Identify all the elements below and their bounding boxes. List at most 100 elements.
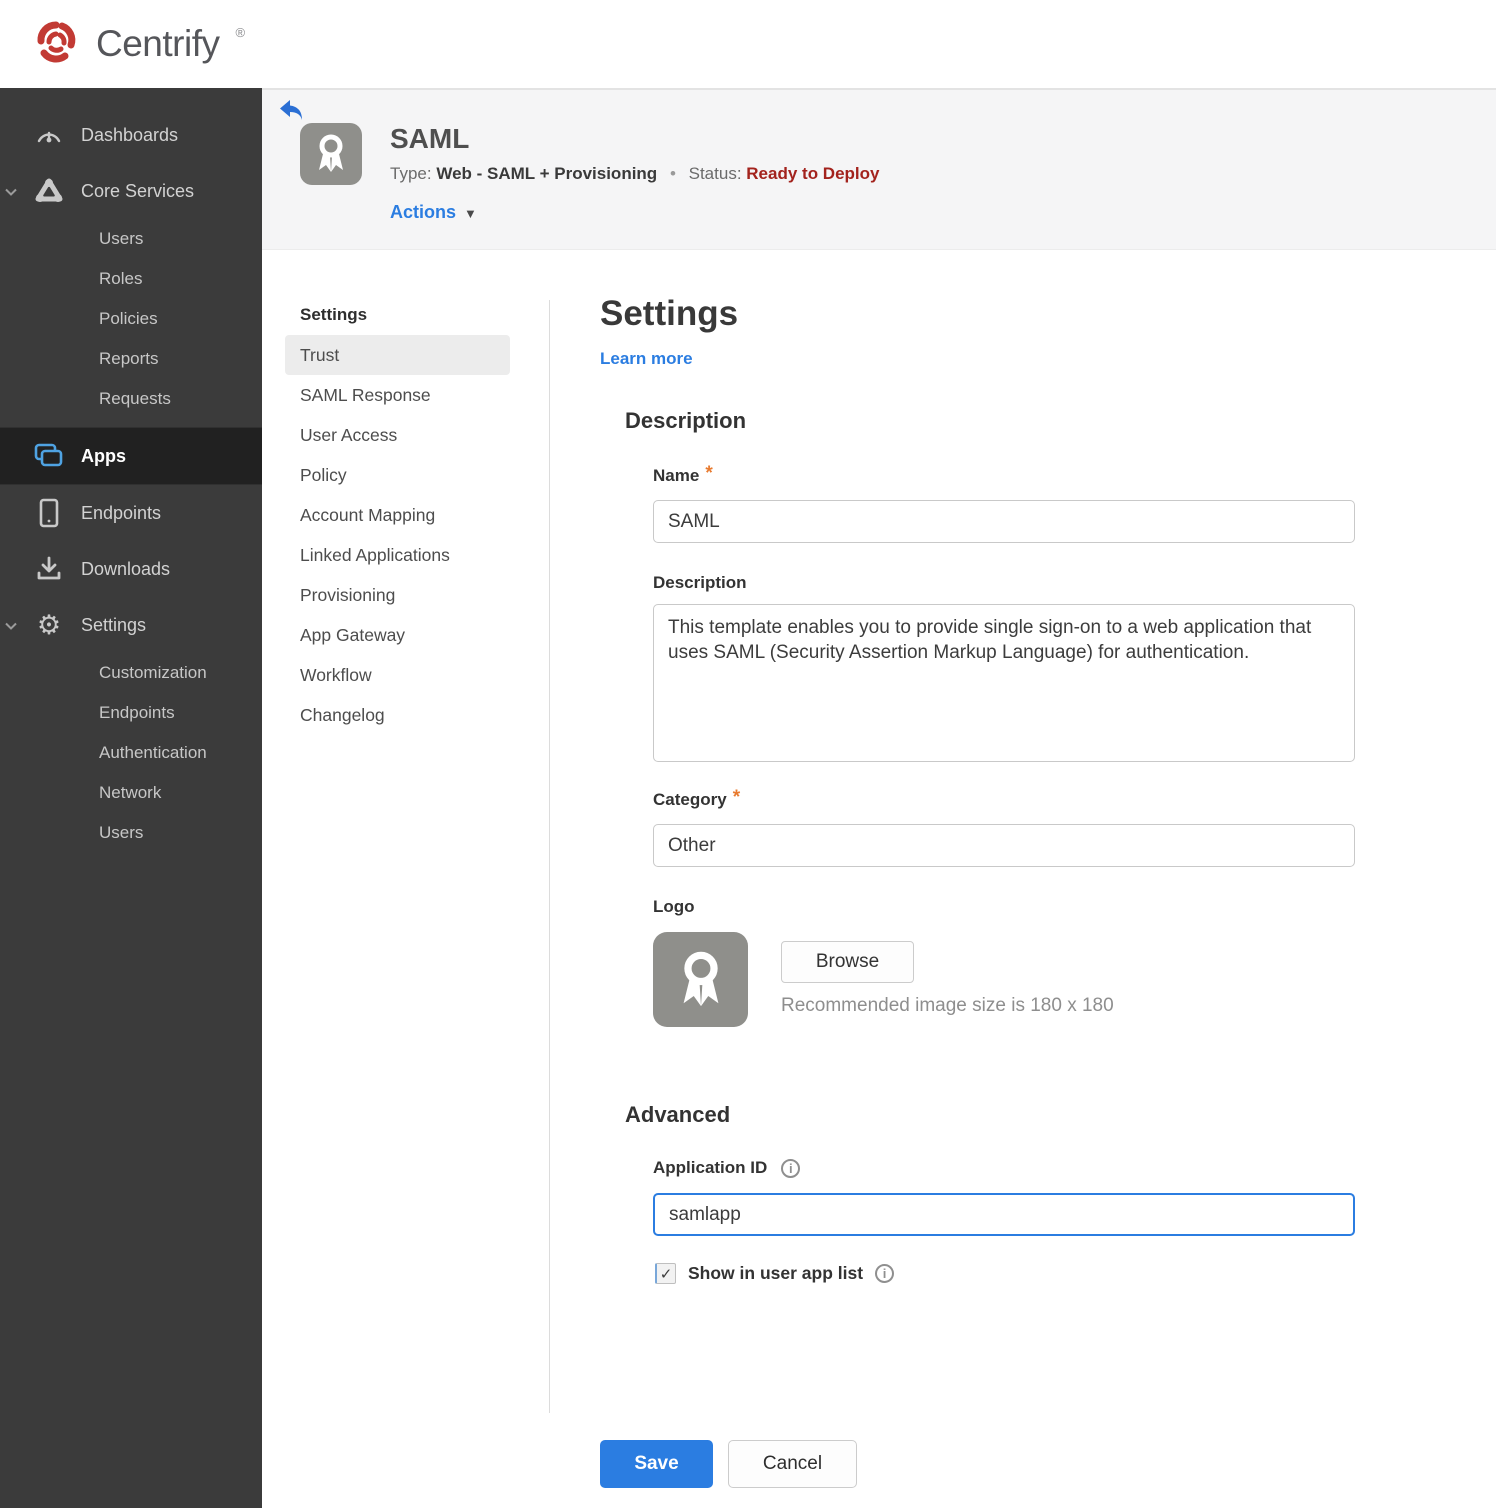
sidebar-item-customization[interactable]: Customization bbox=[0, 653, 262, 693]
show-in-user-app-list-row: ✓ Show in user app list i bbox=[655, 1263, 895, 1284]
description-label: Description bbox=[653, 573, 747, 592]
show-in-user-app-list-label: Show in user app list bbox=[688, 1263, 864, 1283]
overlapping-windows-icon bbox=[34, 441, 64, 471]
required-asterisk: * bbox=[705, 463, 713, 484]
category-field[interactable] bbox=[653, 824, 1355, 867]
sidebar-subitem-label: Roles bbox=[99, 269, 143, 288]
meta-separator: • bbox=[669, 164, 676, 183]
description-field[interactable]: This template enables you to provide sin… bbox=[653, 604, 1355, 762]
learn-more-link[interactable]: Learn more bbox=[600, 349, 693, 369]
status-label: Status: bbox=[688, 164, 742, 183]
application-id-row: Application ID i bbox=[653, 1158, 801, 1178]
subnav-item-account-mapping[interactable]: Account Mapping bbox=[285, 495, 510, 535]
actions-dropdown[interactable]: Actions ▼ bbox=[390, 202, 477, 223]
subnav-item-label: Linked Applications bbox=[300, 544, 450, 565]
sidebar-item-label: Settings bbox=[81, 614, 147, 635]
sidebar-item-endpoints[interactable]: Endpoints bbox=[0, 485, 262, 541]
sidebar-item-label: Dashboards bbox=[81, 124, 179, 145]
page: Centrify ® Dashboards Core Services User… bbox=[0, 0, 1496, 1508]
description-section-heading: Description bbox=[625, 408, 747, 433]
sidebar-subitem-label: Endpoints bbox=[99, 703, 175, 722]
category-label: Category * bbox=[653, 787, 741, 811]
sidebar-item-roles[interactable]: Roles bbox=[0, 259, 262, 299]
sidebar-item-apps[interactable]: Apps bbox=[0, 427, 262, 485]
vertical-divider bbox=[549, 300, 550, 1413]
subnav-item-saml-response[interactable]: SAML Response bbox=[285, 375, 510, 415]
chevron-down-icon: ▼ bbox=[464, 206, 477, 221]
actions-label: Actions bbox=[390, 202, 457, 222]
subnav-item-label: Workflow bbox=[300, 664, 372, 685]
subnav-item-workflow[interactable]: Workflow bbox=[285, 655, 510, 695]
sidebar-item-label: Apps bbox=[81, 445, 126, 466]
subnav-item-changelog[interactable]: Changelog bbox=[285, 695, 510, 735]
sidebar-item-downloads[interactable]: Downloads bbox=[0, 541, 262, 597]
sidebar-item-requests[interactable]: Requests bbox=[0, 379, 262, 419]
sidebar-subitem-label: Reports bbox=[99, 349, 159, 368]
mobile-device-icon bbox=[34, 498, 64, 528]
chevron-down-icon[interactable] bbox=[4, 615, 18, 636]
subnav-item-label: Account Mapping bbox=[300, 504, 436, 525]
sidebar-item-core-services[interactable]: Core Services bbox=[0, 163, 262, 219]
subnav-header: Settings bbox=[300, 305, 368, 324]
subnav-item-user-access[interactable]: User Access bbox=[285, 415, 510, 455]
logo-label: Logo bbox=[653, 897, 695, 916]
sidebar-item-label: Downloads bbox=[81, 558, 171, 579]
app-title: SAML bbox=[390, 123, 470, 154]
sidebar-item-reports[interactable]: Reports bbox=[0, 339, 262, 379]
download-icon bbox=[34, 554, 64, 584]
required-asterisk: * bbox=[732, 787, 741, 808]
form-actions: Save Cancel bbox=[600, 1440, 857, 1488]
name-field[interactable] bbox=[653, 500, 1355, 543]
browse-button[interactable]: Browse bbox=[781, 941, 914, 983]
sidebar-item-dashboards[interactable]: Dashboards bbox=[0, 107, 262, 163]
subnav-item-label: User Access bbox=[300, 424, 398, 445]
subnav-item-linked-applications[interactable]: Linked Applications bbox=[285, 535, 510, 575]
status-value: Ready to Deploy bbox=[746, 164, 880, 183]
cancel-button[interactable]: Cancel bbox=[728, 1440, 857, 1488]
sidebar-item-network[interactable]: Network bbox=[0, 773, 262, 813]
subnav-item-label: App Gateway bbox=[300, 624, 406, 645]
name-label-text: Name bbox=[653, 466, 700, 485]
name-label: Name * bbox=[653, 463, 713, 487]
subnav-item-trust[interactable]: Trust bbox=[285, 335, 510, 375]
subnav-item-label: Policy bbox=[300, 464, 347, 485]
info-circle-icon[interactable]: i bbox=[781, 1158, 801, 1178]
sidebar-item-settings-users[interactable]: Users bbox=[0, 813, 262, 853]
chevron-down-icon[interactable] bbox=[4, 181, 18, 202]
application-id-label: Application ID bbox=[653, 1158, 768, 1177]
sidebar-item-label: Endpoints bbox=[81, 502, 162, 523]
sidebar-item-settings-endpoints[interactable]: Endpoints bbox=[0, 693, 262, 733]
back-arrow-icon[interactable] bbox=[278, 98, 306, 124]
sidebar-subitem-label: Authentication bbox=[99, 743, 207, 762]
subnav-item-provisioning[interactable]: Provisioning bbox=[285, 575, 510, 615]
save-button[interactable]: Save bbox=[600, 1440, 713, 1488]
sidebar-item-policies[interactable]: Policies bbox=[0, 299, 262, 339]
cluster-icon bbox=[34, 176, 64, 206]
sidebar-item-settings[interactable]: ⚙ Settings bbox=[0, 597, 262, 653]
gauge-icon bbox=[34, 120, 64, 150]
app-header: SAML Type: Web - SAML + Provisioning • S… bbox=[262, 88, 1496, 250]
subnav-item-label: Changelog bbox=[300, 704, 385, 725]
sidebar-item-authentication[interactable]: Authentication bbox=[0, 733, 262, 773]
sidebar-item-users[interactable]: Users bbox=[0, 219, 262, 259]
sidebar-subitem-label: Users bbox=[99, 823, 144, 842]
sidebar-subitem-label: Users bbox=[99, 229, 144, 248]
show-in-user-app-list-checkbox[interactable]: ✓ bbox=[655, 1263, 676, 1284]
subnav-item-app-gateway[interactable]: App Gateway bbox=[285, 615, 510, 655]
sidebar-subitem-label: Requests bbox=[99, 389, 171, 408]
category-label-text: Category bbox=[653, 790, 727, 809]
settings-subnav: Settings Trust SAML Response User Access… bbox=[285, 297, 510, 735]
app-logo-icon bbox=[300, 123, 362, 185]
app-meta: Type: Web - SAML + Provisioning • Status… bbox=[390, 164, 879, 184]
subnav-item-label: Provisioning bbox=[300, 584, 396, 605]
sidebar-subitem-label: Network bbox=[99, 783, 162, 802]
page-title: Settings bbox=[600, 294, 739, 333]
info-circle-icon[interactable]: i bbox=[875, 1264, 895, 1283]
brand-name: Centrify bbox=[96, 23, 220, 64]
subnav-item-policy[interactable]: Policy bbox=[285, 455, 510, 495]
application-id-field[interactable] bbox=[653, 1193, 1355, 1236]
brand-logo: Centrify ® bbox=[0, 16, 245, 73]
sidebar-subitem-label: Customization bbox=[99, 663, 207, 682]
subnav-item-label: SAML Response bbox=[300, 384, 431, 405]
gear-icon: ⚙ bbox=[36, 609, 62, 640]
